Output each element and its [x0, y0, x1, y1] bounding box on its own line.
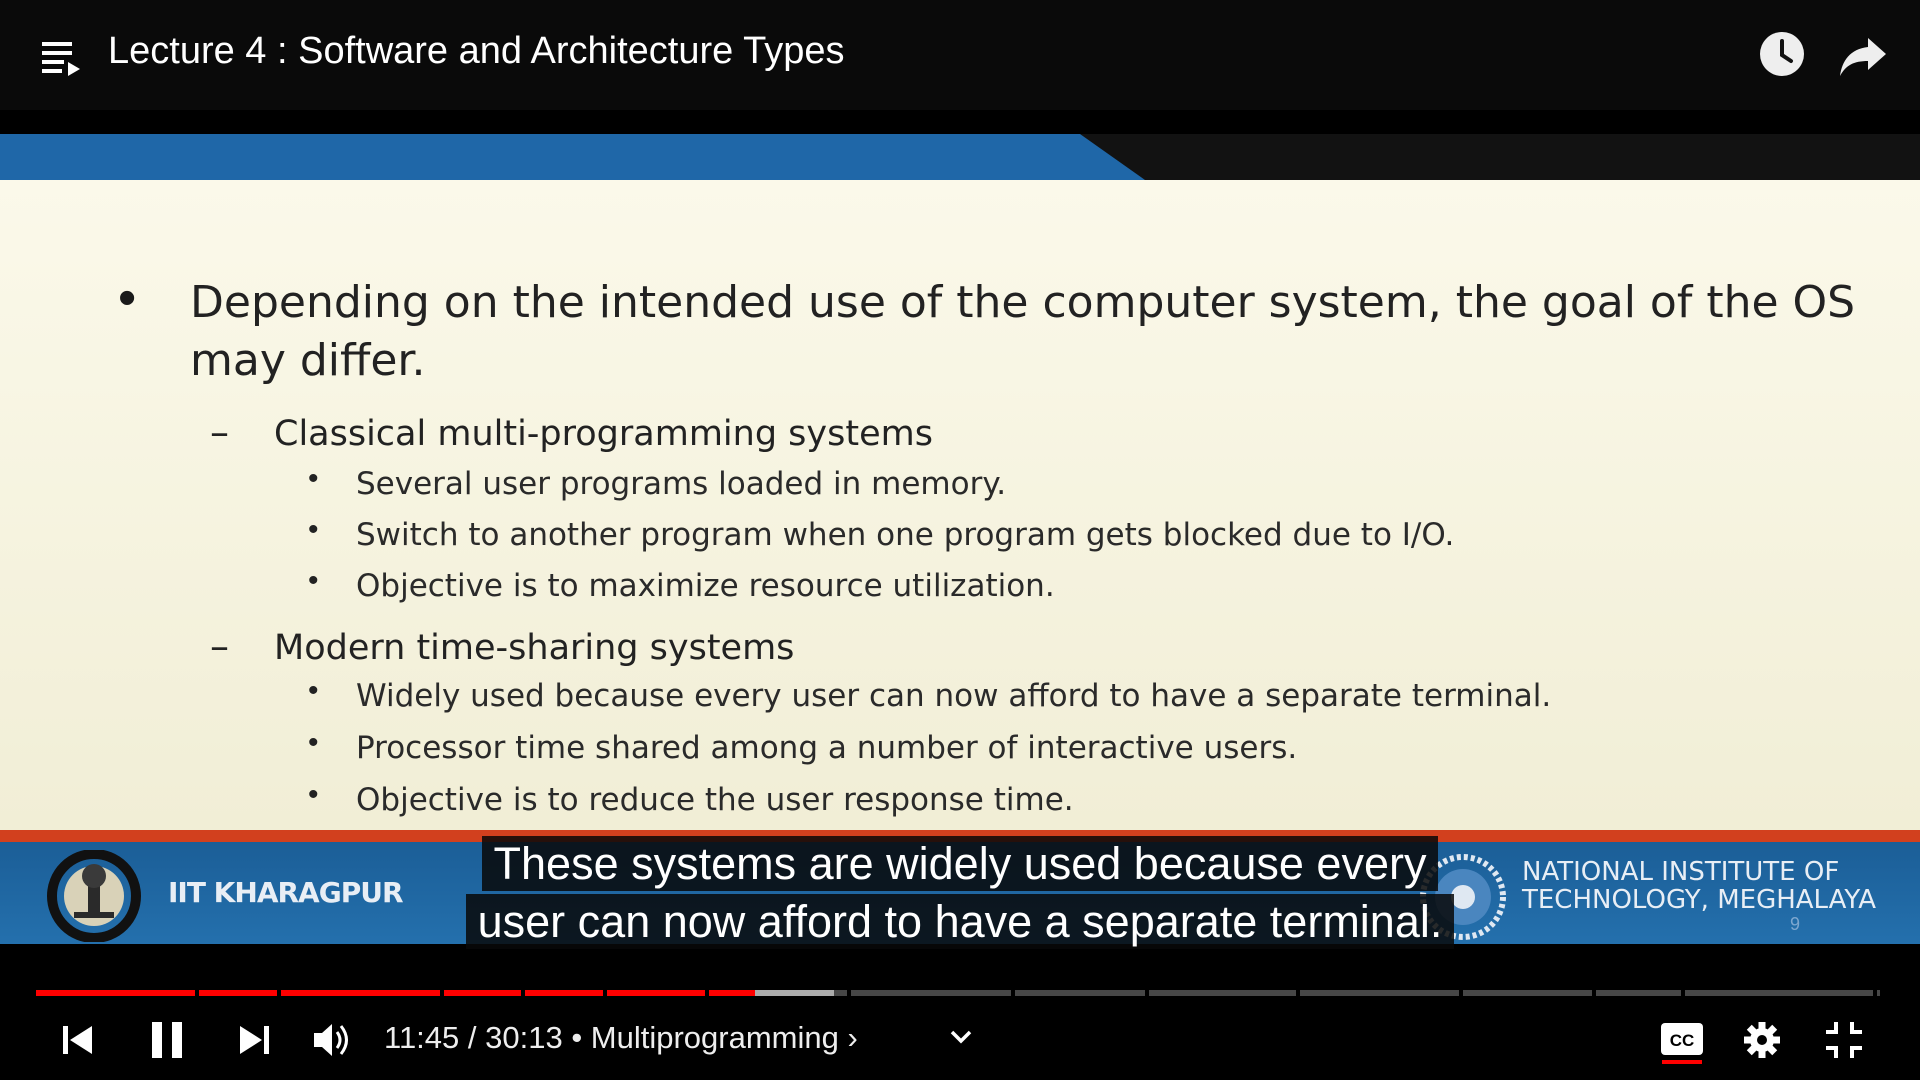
progress-chapter-segment[interactable] [444, 990, 521, 996]
progress-chapter-segment[interactable] [36, 990, 195, 996]
section-item: Processor time shared among a number of … [356, 730, 1298, 766]
caption-line-2: user can now afford to have a separate t… [0, 894, 1920, 949]
time-display: 11:45 / 30:13 [384, 1020, 563, 1055]
section-heading: Classical multi-programming systems [274, 414, 933, 454]
previous-icon[interactable] [60, 1020, 96, 1060]
bullet-dot: • [118, 269, 137, 327]
slide-body: • Depending on the intended use of the c… [0, 180, 1920, 830]
slide-header-accent [0, 134, 1145, 180]
volume-icon[interactable] [312, 1020, 354, 1060]
progress-played [444, 990, 521, 996]
section-item: Several user programs loaded in memory. [356, 466, 1007, 502]
share-icon[interactable] [1838, 34, 1888, 78]
chevron-down-icon[interactable] [944, 1020, 978, 1054]
bullet-dot: • [308, 513, 319, 546]
progress-played [709, 990, 755, 996]
progress-played [199, 990, 277, 996]
slide: • Depending on the intended use of the c… [0, 134, 1920, 944]
progress-played [525, 990, 603, 996]
progress-chapter-segment[interactable] [1685, 990, 1873, 996]
watch-later-icon[interactable] [1758, 30, 1806, 78]
progress-chapter-segment[interactable] [607, 990, 705, 996]
progress-played [607, 990, 705, 996]
bullet-dot: • [308, 726, 319, 759]
bullet-dot: • [308, 778, 319, 811]
dash-bullet: – [210, 624, 229, 668]
time-and-chapter: 11:45 / 30:13 • Multiprogramming › [384, 1020, 858, 1056]
progress-played [281, 990, 440, 996]
caption-text: user can now afford to have a separate t… [465, 894, 1455, 949]
progress-played [36, 990, 195, 996]
pause-icon[interactable] [150, 1018, 186, 1062]
captions-active-indicator [1662, 1060, 1702, 1064]
section-item: Objective is to reduce the user response… [356, 782, 1074, 818]
settings-gear-icon[interactable] [1742, 1020, 1782, 1060]
top-bar: Lecture 4 : Software and Architecture Ty… [0, 0, 1920, 110]
next-icon[interactable] [236, 1020, 272, 1060]
exit-fullscreen-icon[interactable] [1824, 1020, 1864, 1060]
bullet-dot: • [308, 462, 319, 495]
progress-chapter-segment[interactable] [1300, 990, 1459, 996]
progress-chapter-segment[interactable] [1463, 990, 1592, 996]
section-item: Widely used because every user can now a… [356, 678, 1552, 714]
caption-line-1: These systems are widely used because ev… [0, 836, 1920, 891]
closed-captions-icon[interactable]: CC [1660, 1022, 1704, 1056]
progress-bar[interactable] [36, 990, 1884, 996]
bullet-dot: • [308, 674, 319, 707]
section-item: Objective is to maximize resource utiliz… [356, 568, 1055, 604]
progress-chapter-segment[interactable] [1596, 990, 1681, 996]
progress-chapter-segment[interactable] [199, 990, 277, 996]
progress-chapter-segment[interactable] [1015, 990, 1145, 996]
caption-text: These systems are widely used because ev… [481, 836, 1439, 891]
playlist-icon[interactable] [40, 38, 84, 78]
progress-chapter-segment[interactable] [281, 990, 440, 996]
section-heading: Modern time-sharing systems [274, 628, 795, 668]
svg-text:CC: CC [1670, 1031, 1695, 1050]
slide-main-bullet: Depending on the intended use of the com… [190, 277, 1856, 386]
progress-chapter-segment[interactable] [1877, 990, 1880, 996]
video-title[interactable]: Lecture 4 : Software and Architecture Ty… [108, 30, 845, 73]
progress-chapter-segment[interactable] [709, 990, 847, 996]
dash-bullet: – [210, 410, 229, 454]
chapter-button[interactable]: • Multiprogramming › [571, 1020, 857, 1055]
progress-chapter-segment[interactable] [525, 990, 603, 996]
progress-chapter-segment[interactable] [1149, 990, 1296, 996]
section-item: Switch to another program when one progr… [356, 517, 1455, 553]
progress-chapter-segment[interactable] [851, 990, 1011, 996]
bullet-dot: • [308, 564, 319, 597]
